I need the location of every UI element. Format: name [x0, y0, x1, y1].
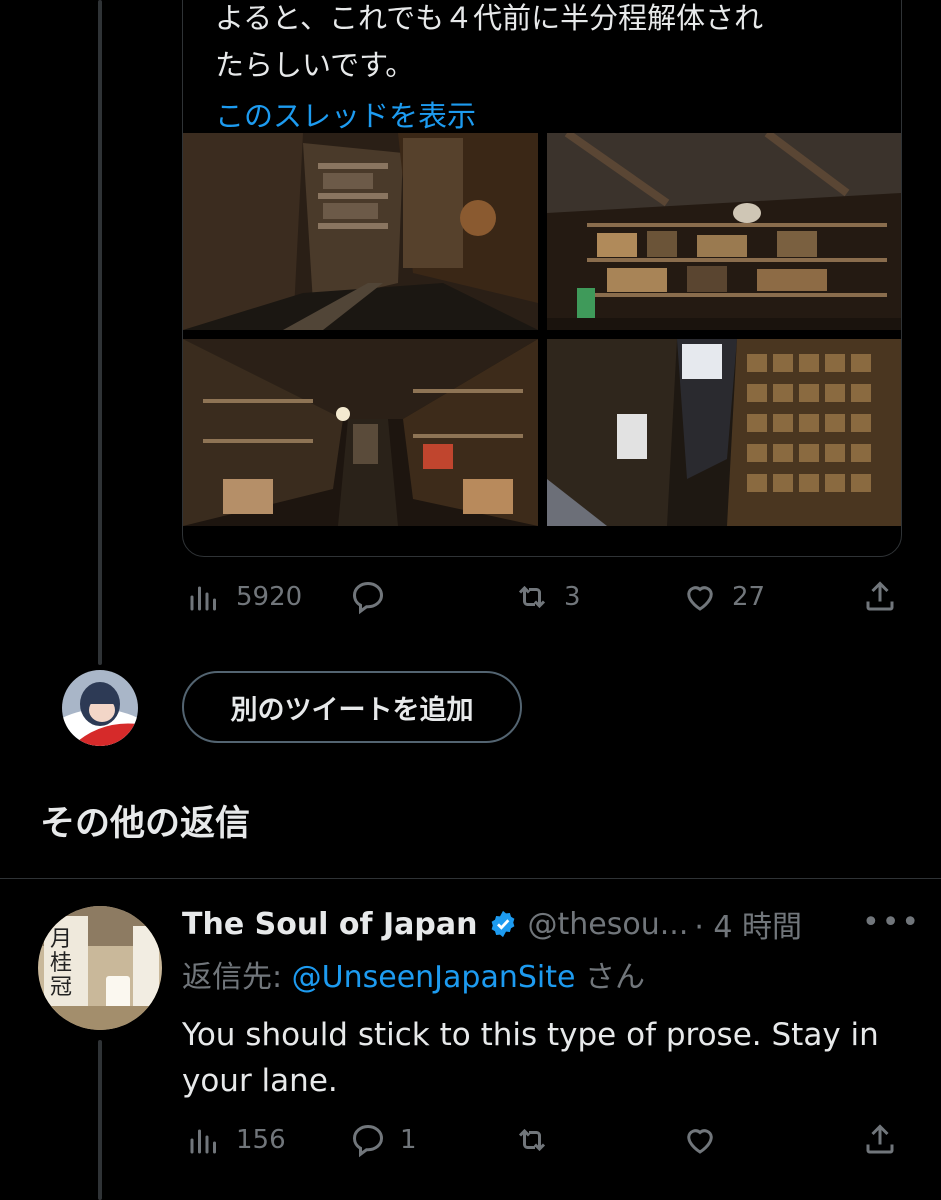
- views-action[interactable]: 5920: [186, 579, 302, 615]
- replying-prefix: 返信先:: [182, 960, 292, 995]
- share-icon: [866, 581, 894, 611]
- author-name[interactable]: The Soul of Japan: [182, 907, 478, 942]
- heart-icon: [687, 586, 713, 611]
- author-handle[interactable]: @thesou...: [528, 907, 689, 942]
- like-count: 27: [732, 582, 766, 612]
- retweet-action[interactable]: 3: [514, 579, 581, 615]
- reply-avatar[interactable]: 月 桂 冠: [38, 906, 162, 1030]
- share-action[interactable]: [862, 579, 898, 615]
- reply-time: · 4 時間: [694, 910, 803, 945]
- more-options-icon[interactable]: •••: [862, 905, 921, 940]
- retweet-count: 3: [564, 582, 581, 612]
- views-count: 156: [236, 1125, 286, 1155]
- tiled-wall-photo[interactable]: [547, 339, 901, 526]
- verified-badge-icon: [488, 909, 518, 939]
- reply-icon: [352, 1124, 384, 1158]
- reply-action[interactable]: [350, 579, 400, 615]
- svg-text:桂: 桂: [50, 951, 72, 976]
- reply-action-bar: 156 1: [0, 1122, 941, 1168]
- share-icon: [866, 1124, 894, 1154]
- reply-action[interactable]: 1: [350, 1122, 417, 1158]
- tweet-card[interactable]: よると、これでも４代前に半分程解体され たらしいです。 このスレッドを表示: [182, 0, 902, 557]
- svg-text:月: 月: [50, 927, 72, 952]
- user-avatar[interactable]: [62, 670, 138, 746]
- reply-text: You should stick to this type of prose. …: [182, 1017, 879, 1099]
- add-tweet-button[interactable]: 別のツイートを追加: [182, 671, 522, 743]
- lit-corridor-photo[interactable]: [183, 339, 538, 526]
- share-action[interactable]: [862, 1122, 898, 1158]
- like-action[interactable]: 27: [682, 579, 765, 615]
- reply-header: The Soul of Japan @thesou... · 4 時間: [182, 902, 802, 946]
- retweet-icon: [518, 1128, 546, 1152]
- views-icon: [190, 586, 216, 611]
- tweet-action-bar: 5920 3 27: [0, 575, 941, 621]
- divider: [0, 878, 941, 879]
- section-title: その他の返信: [40, 804, 251, 844]
- retweet-action[interactable]: [514, 1122, 564, 1158]
- views-action[interactable]: 156: [186, 1122, 286, 1158]
- warehouse-aisle-photo[interactable]: [183, 133, 538, 330]
- storage-shelves-photo[interactable]: [547, 133, 901, 330]
- reply-count: 1: [400, 1125, 417, 1155]
- reply-thread-line: [98, 1040, 102, 1200]
- reply-icon: [352, 581, 384, 615]
- svg-text:冠: 冠: [50, 975, 72, 1000]
- replying-suffix: さん: [575, 960, 646, 995]
- show-thread-link[interactable]: このスレッドを表示: [215, 93, 476, 135]
- thread-line: [98, 0, 102, 665]
- replying-to: 返信先: @UnseenJapanSite さん: [182, 952, 645, 996]
- views-count: 5920: [236, 582, 303, 612]
- views-icon: [190, 1129, 216, 1154]
- tweet-text: よると、これでも４代前に半分程解体され たらしいです。: [215, 1, 764, 82]
- photo-grid: [183, 133, 901, 556]
- mention-link[interactable]: @UnseenJapanSite: [292, 960, 576, 995]
- retweet-icon: [518, 585, 546, 609]
- like-action[interactable]: [682, 1122, 732, 1158]
- heart-icon: [687, 1129, 713, 1154]
